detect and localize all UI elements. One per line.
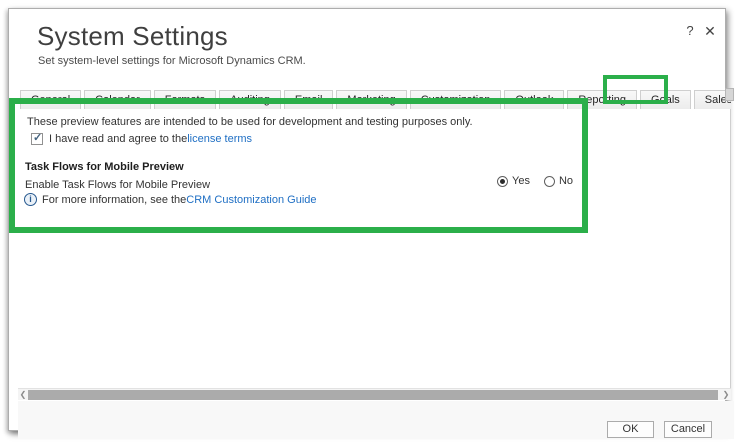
more-info-row: i For more information, see the CRM Cust…: [24, 193, 317, 206]
tab-general[interactable]: General: [20, 90, 81, 110]
tab-email[interactable]: Email: [284, 90, 334, 110]
horizontal-scrollbar-thumb[interactable]: [28, 390, 718, 400]
radio-no[interactable]: No: [544, 175, 573, 187]
vertical-scrollbar-fragment[interactable]: [725, 88, 734, 101]
preview-disclaimer-text: These preview features are intended to b…: [27, 116, 473, 128]
radio-no-label: No: [559, 175, 573, 187]
close-icon[interactable]: ✕: [702, 23, 718, 40]
horizontal-scrollbar[interactable]: ❮ ❯: [18, 388, 731, 400]
more-info-label: For more information, see the: [42, 194, 186, 206]
system-settings-dialog: System Settings Set system-level setting…: [8, 8, 726, 431]
enable-task-flows-label: Enable Task Flows for Mobile Preview: [25, 179, 210, 191]
license-terms-link[interactable]: license terms: [187, 133, 252, 145]
ok-button[interactable]: OK: [607, 421, 654, 438]
tab-auditing[interactable]: Auditing: [219, 90, 281, 110]
cancel-button[interactable]: Cancel: [664, 421, 712, 438]
tab-customization[interactable]: Customization: [410, 90, 502, 110]
license-agree-checkbox[interactable]: [31, 133, 43, 145]
task-flows-radio-group: Yes No: [497, 175, 573, 187]
tab-marketing[interactable]: Marketing: [336, 90, 406, 110]
radio-no-circle[interactable]: [544, 176, 555, 187]
scroll-right-icon[interactable]: ❯: [721, 389, 731, 401]
radio-yes-label: Yes: [512, 175, 530, 187]
tab-calendar[interactable]: Calendar: [84, 90, 151, 110]
scroll-left-icon[interactable]: ❮: [18, 389, 28, 401]
page-title: System Settings: [37, 21, 228, 52]
task-flows-heading: Task Flows for Mobile Preview: [25, 161, 184, 173]
radio-yes-circle[interactable]: [497, 176, 508, 187]
crm-customization-guide-link[interactable]: CRM Customization Guide: [186, 194, 316, 206]
previews-tab-panel: [18, 109, 731, 388]
help-icon[interactable]: ?: [682, 23, 698, 38]
license-agree-row: I have read and agree to the license ter…: [31, 133, 252, 145]
license-agree-label: I have read and agree to the: [49, 133, 187, 145]
radio-yes[interactable]: Yes: [497, 175, 530, 187]
screenshot-canvas: System Settings Set system-level setting…: [0, 0, 735, 442]
tab-goals[interactable]: Goals: [640, 90, 691, 110]
page-subtitle: Set system-level settings for Microsoft …: [38, 55, 306, 67]
tab-strip: GeneralCalendarFormatsAuditingEmailMarke…: [20, 90, 731, 110]
tab-formats[interactable]: Formats: [154, 90, 216, 110]
tab-outlook[interactable]: Outlook: [504, 90, 564, 110]
tab-reporting[interactable]: Reporting: [567, 90, 637, 110]
info-icon: i: [24, 193, 37, 206]
